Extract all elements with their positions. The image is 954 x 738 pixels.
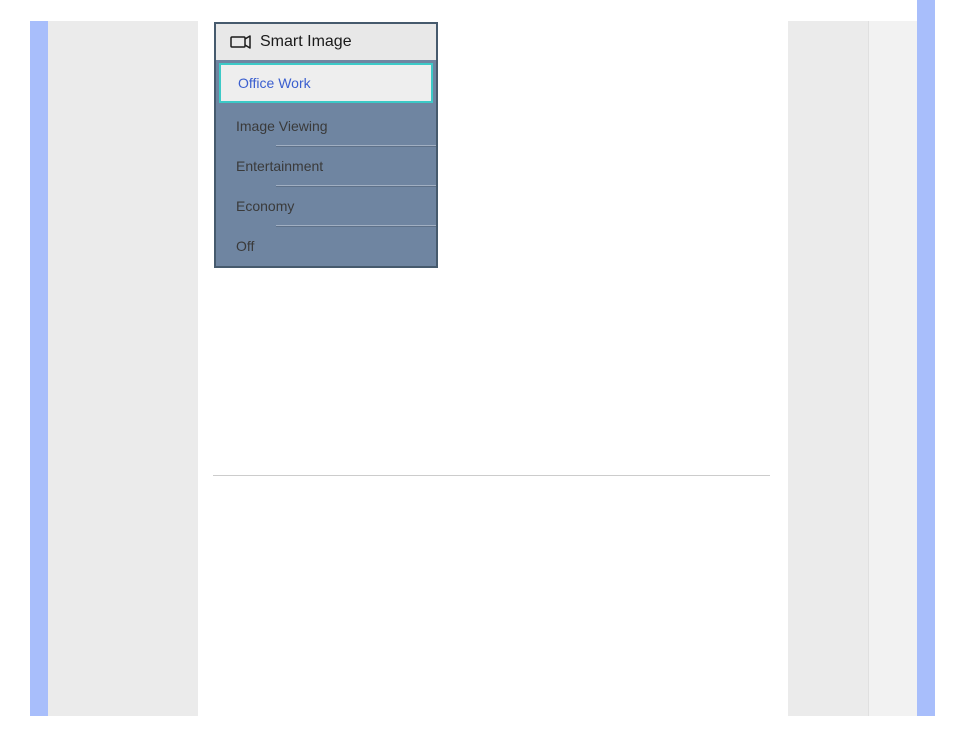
left-blue-bar	[30, 21, 48, 716]
right-sidebar-1	[788, 21, 868, 716]
menu-item-label: Image Viewing	[236, 118, 328, 134]
smart-image-icon	[230, 34, 252, 50]
menu-item-label: Off	[236, 238, 254, 254]
menu-title: Smart Image	[260, 33, 352, 51]
horizontal-divider	[213, 475, 770, 476]
menu-item-image-viewing[interactable]: Image Viewing	[216, 106, 436, 146]
left-sidebar	[48, 21, 198, 716]
menu-item-label: Entertainment	[236, 158, 323, 174]
menu-item-office-work[interactable]: Office Work	[219, 63, 433, 103]
menu-header: Smart Image	[216, 24, 436, 60]
menu-item-entertainment[interactable]: Entertainment	[216, 146, 436, 186]
smart-image-menu: Smart Image Office Work Image Viewing En…	[214, 22, 438, 268]
menu-item-label: Office Work	[238, 75, 311, 91]
menu-item-economy[interactable]: Economy	[216, 186, 436, 226]
menu-item-label: Economy	[236, 198, 294, 214]
right-sidebar-2	[868, 21, 917, 716]
right-blue-bar	[917, 0, 935, 716]
menu-item-off[interactable]: Off	[216, 226, 436, 266]
